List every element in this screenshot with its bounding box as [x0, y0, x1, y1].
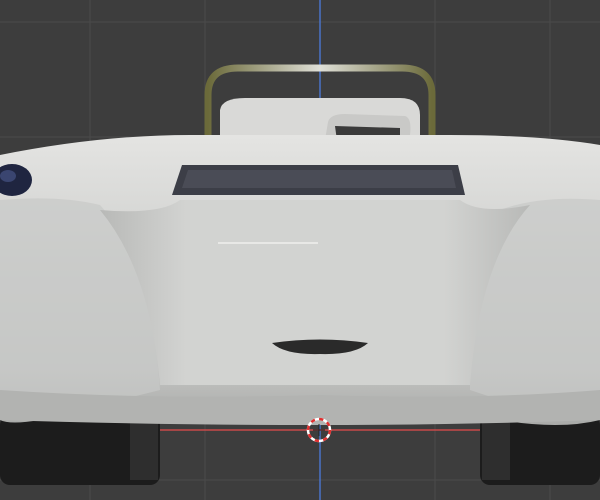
3d-viewport[interactable] [0, 0, 600, 500]
tires [0, 415, 600, 485]
cockpit-opening [172, 165, 465, 195]
viewport-canvas[interactable] [0, 0, 600, 500]
